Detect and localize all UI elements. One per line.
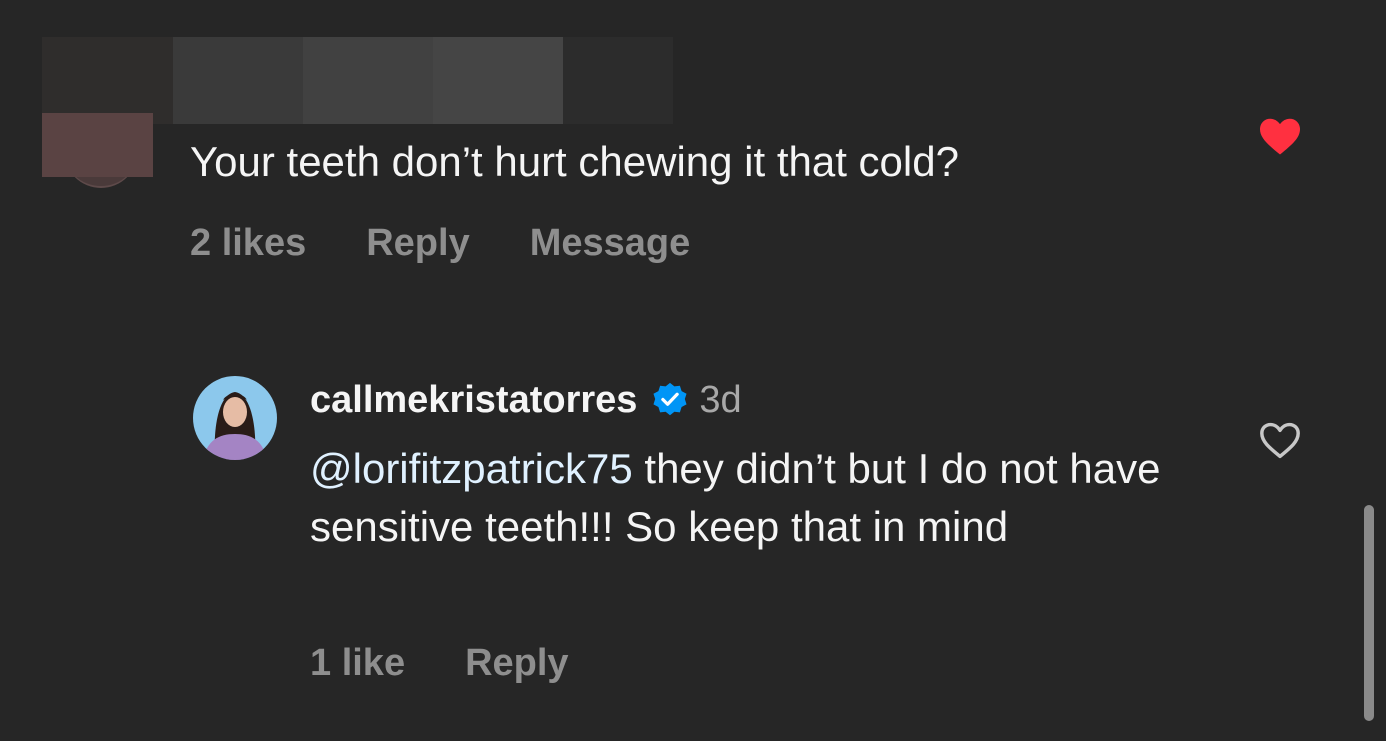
username[interactable]: callmekristatorres	[310, 379, 637, 422]
comment-actions: 2 likes Reply Message	[190, 222, 690, 265]
heart-outline-icon[interactable]	[1258, 420, 1302, 460]
redacted-block	[433, 37, 563, 124]
likes-count[interactable]: 1 like	[310, 642, 405, 685]
reply-button[interactable]: Reply	[366, 222, 469, 265]
redacted-block	[173, 37, 303, 124]
reply-avatar[interactable]	[193, 376, 277, 460]
verified-badge-icon	[653, 382, 687, 416]
timestamp: 3d	[699, 378, 742, 421]
reply-button[interactable]: Reply	[465, 642, 568, 685]
reply-text: @lorifitzpatrick75 they didn’t but I do …	[310, 440, 1190, 556]
scrollbar[interactable]	[1364, 505, 1374, 721]
comment-text: Your teeth don’t hurt chewing it that co…	[190, 138, 959, 185]
redacted-block	[563, 37, 673, 124]
reply-actions: 1 like Reply	[310, 642, 569, 685]
mention-link[interactable]: @lorifitzpatrick75	[310, 445, 633, 492]
redacted-block	[303, 37, 433, 124]
heart-filled-icon[interactable]	[1258, 116, 1302, 156]
redacted-avatar-block	[42, 113, 153, 177]
reply-header: callmekristatorres 3d	[310, 374, 742, 426]
message-button[interactable]: Message	[530, 222, 691, 265]
redacted-block	[42, 37, 173, 124]
likes-count[interactable]: 2 likes	[190, 222, 306, 265]
